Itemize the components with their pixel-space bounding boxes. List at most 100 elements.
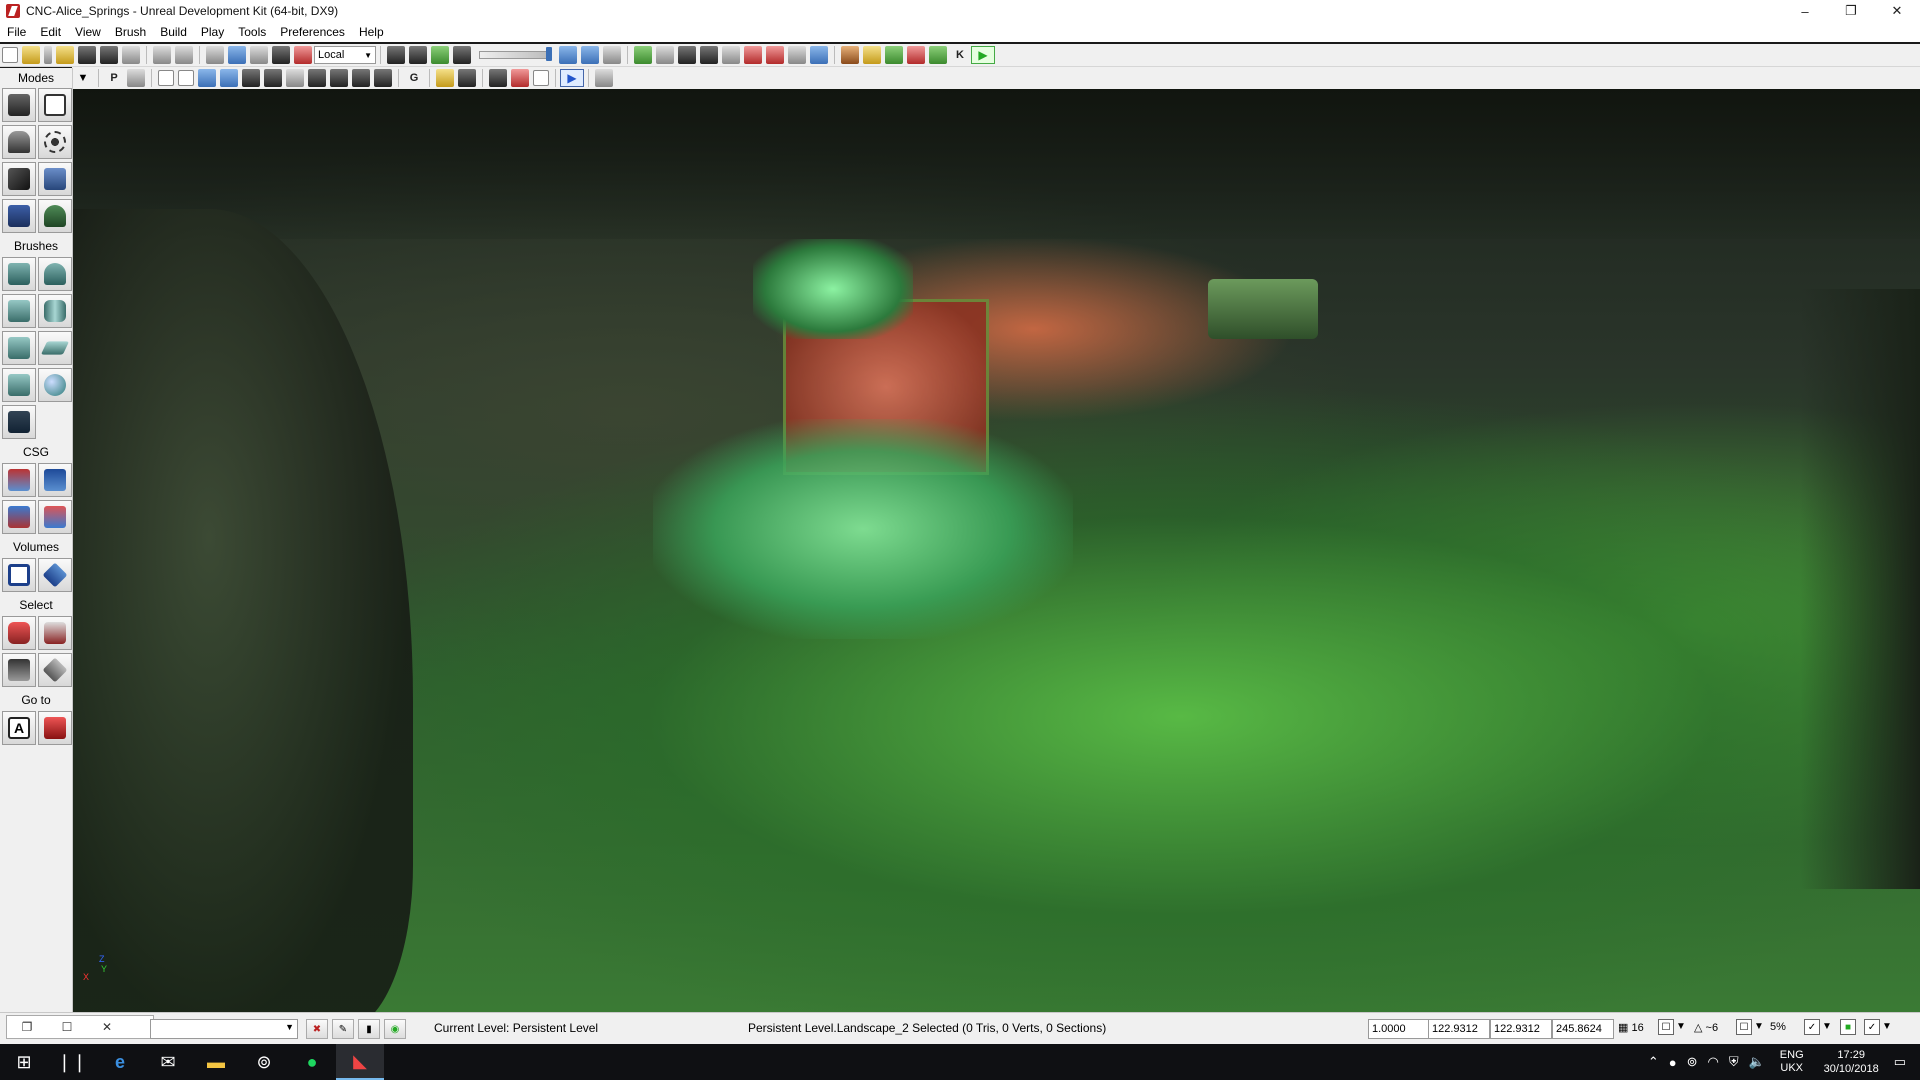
shader-complexity-icon[interactable] — [330, 69, 348, 87]
translate-icon[interactable] — [228, 46, 246, 64]
lightmap-density-icon[interactable] — [352, 69, 370, 87]
play-on-console-icon[interactable] — [907, 46, 925, 64]
tray-spotify-icon[interactable]: ● — [1669, 1055, 1677, 1070]
cone-brush-button[interactable] — [38, 257, 72, 291]
kismet-icon[interactable] — [431, 46, 449, 64]
linear-stair-brush-button[interactable] — [2, 331, 36, 365]
volume-shape-button[interactable] — [38, 558, 72, 592]
play-in-editor-button[interactable]: ▶ — [971, 46, 995, 64]
add-volume-button[interactable] — [2, 558, 36, 592]
rotation-snap[interactable]: △ ~6 — [1694, 1021, 1718, 1034]
scale-nonuniform-icon[interactable] — [294, 46, 312, 64]
build-geometry-icon[interactable] — [634, 46, 652, 64]
terrain-mode-button[interactable] — [2, 125, 36, 159]
tray-expand-icon[interactable]: ⌃ — [1648, 1054, 1659, 1070]
current-level-value[interactable]: Persistent Level — [513, 1021, 598, 1035]
redo-icon[interactable] — [175, 46, 193, 64]
star-outline-icon[interactable] — [603, 46, 621, 64]
menu-play[interactable]: Play — [194, 22, 231, 42]
perspective-p-icon[interactable]: P — [105, 69, 123, 87]
save-icon[interactable] — [78, 46, 96, 64]
csg-add-button[interactable] — [2, 463, 36, 497]
toggle-icon[interactable]: ▮ — [358, 1019, 380, 1039]
scale-snap[interactable]: 5% — [1770, 1021, 1786, 1033]
build-cover-icon[interactable] — [700, 46, 718, 64]
autosave-dropdown[interactable]: ▼ — [1880, 1019, 1894, 1033]
mini-close-icon[interactable]: ✕ — [87, 1020, 127, 1034]
udk-taskbar-icon[interactable]: ◣ — [336, 1044, 384, 1080]
cube-brush-button[interactable] — [2, 257, 36, 291]
cylinder-brush-button[interactable] — [38, 294, 72, 328]
menu-build[interactable]: Build — [153, 22, 194, 42]
task-view-icon[interactable]: ❘❘ — [48, 1044, 96, 1080]
drag-y-field[interactable]: 122.9312 — [1490, 1019, 1552, 1039]
csg-subtract-button[interactable] — [38, 463, 72, 497]
menu-preferences[interactable]: Preferences — [273, 22, 352, 42]
scale-snap-toggle[interactable]: ✓ — [1804, 1019, 1820, 1035]
binoculars-icon[interactable] — [387, 46, 405, 64]
menu-file[interactable]: File — [0, 22, 33, 42]
rotation-dropdown[interactable]: ▼ — [1752, 1019, 1766, 1033]
content-browser-icon[interactable] — [559, 46, 577, 64]
camera-mode-button[interactable] — [2, 88, 36, 122]
texture-align-mode-button[interactable] — [38, 162, 72, 196]
hide-selected-button[interactable] — [38, 616, 72, 650]
volumetric-brush-button[interactable] — [2, 405, 36, 439]
landscape-mode-button[interactable] — [2, 199, 36, 233]
eye-icon[interactable] — [458, 69, 476, 87]
play-in-viewport-button[interactable]: ▶ — [560, 69, 584, 87]
scale-icon[interactable] — [272, 46, 290, 64]
actor-icon[interactable] — [489, 69, 507, 87]
game-view-g-icon[interactable]: G — [405, 69, 423, 87]
volume-icon[interactable]: 🔈 — [1749, 1054, 1765, 1070]
menu-help[interactable]: Help — [352, 22, 391, 42]
kismet-find-icon[interactable] — [409, 46, 427, 64]
csg-deintersect-button[interactable] — [38, 500, 72, 534]
package-icon[interactable] — [863, 46, 881, 64]
curved-stair-brush-button[interactable] — [2, 294, 36, 328]
recent-dropdown-icon[interactable] — [44, 46, 52, 64]
maximize-button[interactable]: ❐ — [1828, 0, 1874, 22]
minimize-button[interactable]: – — [1782, 0, 1828, 22]
grid-toggle[interactable]: ☐ — [1658, 1019, 1674, 1035]
autosave-toggle[interactable]: ✓ — [1864, 1019, 1880, 1035]
geometry-mode-button[interactable] — [38, 88, 72, 122]
steam-icon[interactable]: ⊚ — [240, 1044, 288, 1080]
goto-actor-button[interactable]: A — [2, 711, 36, 745]
goto-builder-brush-button[interactable] — [38, 711, 72, 745]
coord-system-select[interactable]: Local ▼ — [314, 46, 376, 64]
spiral-stair-brush-button[interactable] — [2, 368, 36, 402]
maximize-viewport-icon[interactable] — [533, 70, 549, 86]
star-icon[interactable] — [56, 46, 74, 64]
scale-snap-dropdown[interactable]: ▼ — [1820, 1019, 1834, 1033]
menu-tools[interactable]: Tools — [231, 22, 273, 42]
lighting-only-icon[interactable] — [264, 69, 282, 87]
grid-dropdown[interactable]: ▼ — [1674, 1019, 1688, 1033]
generic-browser-icon[interactable] — [581, 46, 599, 64]
select-inverse-button[interactable] — [2, 653, 36, 687]
lock-to-actor-icon[interactable] — [127, 69, 145, 87]
tray-steam-icon[interactable]: ⊚ — [1687, 1054, 1698, 1070]
level-browser-icon[interactable]: ◉ — [384, 1019, 406, 1039]
notifications-icon[interactable]: ▭ — [1894, 1054, 1906, 1070]
light-complexity-icon[interactable] — [286, 69, 304, 87]
mini-maximize-icon[interactable]: ☐ — [47, 1020, 87, 1034]
texture-density-icon[interactable] — [308, 69, 326, 87]
scale-field[interactable]: 1.0000 — [1368, 1019, 1430, 1039]
rotate-icon[interactable] — [250, 46, 268, 64]
drag-grid-slider[interactable] — [479, 47, 552, 61]
foliage-mode-button[interactable] — [38, 199, 72, 233]
publish-icon[interactable] — [929, 46, 947, 64]
show-selected-button[interactable] — [2, 616, 36, 650]
save-levels-icon[interactable] — [122, 46, 140, 64]
spotify-icon[interactable]: ● — [288, 1044, 336, 1080]
autosave-icon[interactable]: ■ — [1840, 1019, 1856, 1035]
drag-z-field[interactable]: 245.8624 — [1552, 1019, 1614, 1039]
viewport-split-icon[interactable] — [595, 69, 613, 87]
edge-browser-icon[interactable]: e — [96, 1044, 144, 1080]
drag-x-field[interactable]: 122.9312 — [1428, 1019, 1490, 1039]
mesh-paint-mode-button[interactable] — [2, 162, 36, 196]
translate-mode-button[interactable] — [38, 125, 72, 159]
cook-icon[interactable] — [841, 46, 859, 64]
lightmass-icon[interactable] — [766, 46, 784, 64]
